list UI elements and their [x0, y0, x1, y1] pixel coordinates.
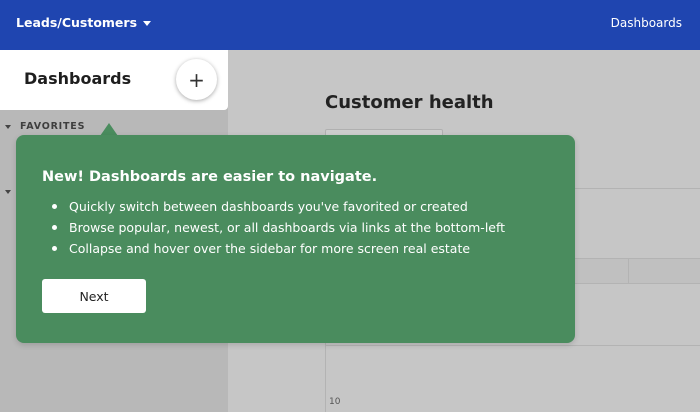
- bullet-text: Browse popular, newest, or all dashboard…: [69, 220, 506, 235]
- divider: [628, 258, 629, 284]
- list-item: Quickly switch between dashboards you've…: [52, 196, 505, 217]
- caret-down-icon[interactable]: [5, 190, 11, 194]
- add-dashboard-button[interactable]: +: [176, 59, 217, 100]
- bullet-icon: [52, 246, 57, 251]
- breadcrumb[interactable]: Leads/Customers: [16, 15, 152, 30]
- sidebar-title: Dashboards: [24, 69, 132, 88]
- popover-title: New! Dashboards are easier to navigate.: [42, 169, 378, 185]
- bullet-icon: [52, 225, 57, 230]
- next-button[interactable]: Next: [42, 279, 146, 313]
- page-title: Customer health: [325, 92, 494, 113]
- chevron-down-icon: [143, 21, 152, 26]
- popover-bullet-list: Quickly switch between dashboards you've…: [52, 196, 505, 259]
- bullet-icon: [52, 204, 57, 209]
- axis-tick-label: 10: [329, 397, 341, 407]
- caret-down-icon: [5, 124, 11, 129]
- divider: [325, 345, 700, 346]
- bullet-text: Quickly switch between dashboards you've…: [69, 199, 468, 214]
- breadcrumb-label: Leads/Customers: [16, 15, 138, 30]
- favorites-section-toggle[interactable]: FAVORITES: [5, 121, 85, 132]
- dashboards-link[interactable]: Dashboards: [611, 16, 682, 30]
- sidebar-header: Dashboards +: [0, 50, 228, 110]
- list-item: Browse popular, newest, or all dashboard…: [52, 217, 505, 238]
- bullet-text: Collapse and hover over the sidebar for …: [69, 241, 471, 256]
- top-bar: Leads/Customers Dashboards: [0, 0, 700, 50]
- list-item: Collapse and hover over the sidebar for …: [52, 238, 505, 259]
- favorites-label: FAVORITES: [20, 121, 86, 132]
